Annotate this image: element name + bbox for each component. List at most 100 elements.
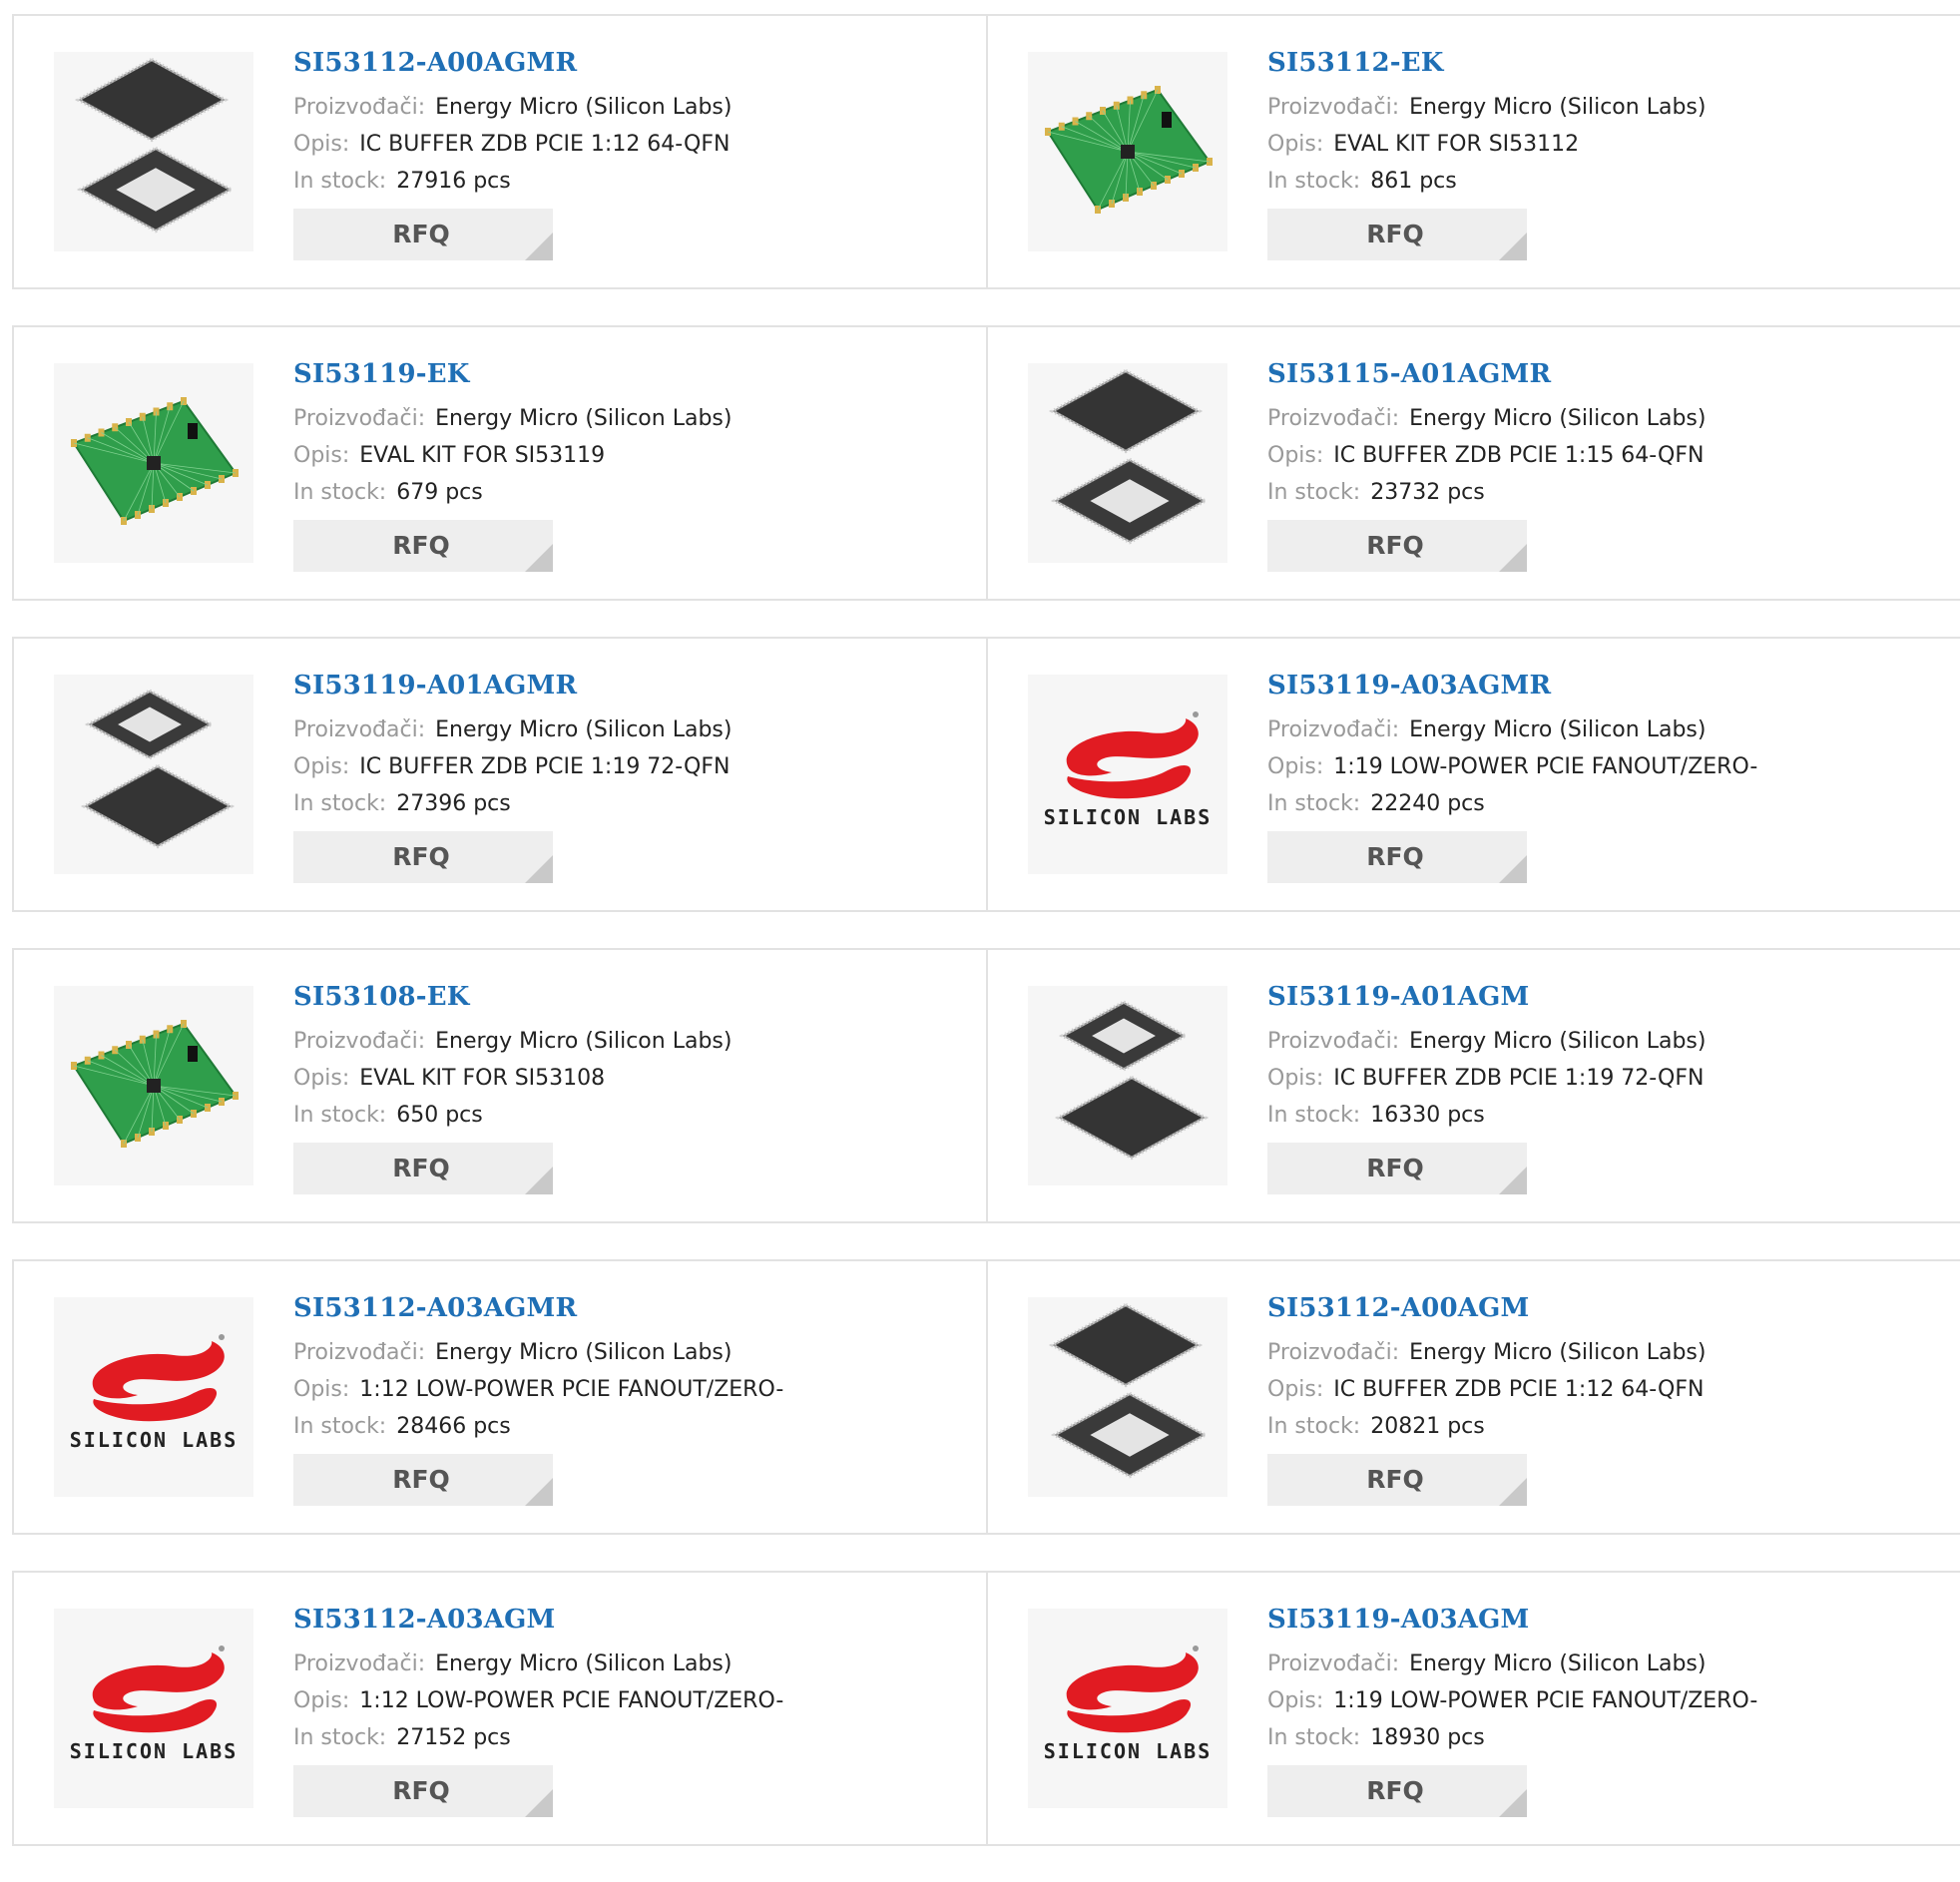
part-number-link[interactable]: SI53119-A03AGM bbox=[1267, 1603, 1757, 1637]
stock-value: 27916 pcs bbox=[396, 169, 511, 194]
description-label: Opis: bbox=[293, 132, 350, 157]
part-number-link[interactable]: SI53119-A01AGMR bbox=[293, 669, 732, 703]
part-number-link[interactable]: SI53112-A00AGM bbox=[1267, 1291, 1706, 1325]
description-line: Opis: IC BUFFER ZDB PCIE 1:12 64-QFN bbox=[1267, 1371, 1706, 1408]
product-card: SI53112-A00AGMR Proizvođači: Energy Micro… bbox=[12, 14, 988, 289]
description-value: IC BUFFER ZDB PCIE 1:12 64-QFN bbox=[359, 132, 731, 157]
part-number-link[interactable]: SI53119-A01AGM bbox=[1267, 980, 1706, 1014]
qfn-chip-flipped-icon[interactable] bbox=[54, 675, 253, 874]
rfq-label: RFQ bbox=[392, 531, 450, 560]
eval-board-icon[interactable] bbox=[54, 363, 253, 563]
product-info: SI53112-A03AGM Proizvođači: Energy Micro … bbox=[293, 1603, 783, 1817]
description-line: Opis: 1:12 LOW-POWER PCIE FANOUT/ZERO- bbox=[293, 1682, 783, 1719]
qfn-chip-icon[interactable] bbox=[54, 52, 253, 251]
rfq-label: RFQ bbox=[392, 220, 450, 248]
description-line: Opis: IC BUFFER ZDB PCIE 1:12 64-QFN bbox=[293, 126, 732, 163]
product-card: SI53119-A01AGM Proizvođači: Energy Micro … bbox=[986, 948, 1960, 1223]
rfq-label: RFQ bbox=[1366, 842, 1424, 871]
product-info: SI53112-A03AGMR Proizvođači: Energy Micro… bbox=[293, 1291, 783, 1506]
stock-line: In stock: 18930 pcs bbox=[1267, 1719, 1757, 1756]
rfq-label: RFQ bbox=[1366, 1776, 1424, 1805]
silicon-labs-logo[interactable]: SILICON LABS bbox=[1028, 675, 1227, 874]
part-number-link[interactable]: SI53112-A03AGMR bbox=[293, 1291, 783, 1325]
rfq-button[interactable]: RFQ bbox=[1267, 1143, 1527, 1194]
stock-label: In stock: bbox=[1267, 169, 1361, 194]
description-line: Opis: IC BUFFER ZDB PCIE 1:15 64-QFN bbox=[1267, 437, 1706, 474]
stock-value: 650 pcs bbox=[396, 1103, 483, 1128]
part-number-link[interactable]: SI53115-A01AGMR bbox=[1267, 357, 1706, 391]
manufacturer-label: Proizvođači: bbox=[1267, 1029, 1400, 1054]
description-value: 1:19 LOW-POWER PCIE FANOUT/ZERO- bbox=[1333, 754, 1758, 779]
stock-line: In stock: 27916 pcs bbox=[293, 163, 732, 200]
eval-board-icon[interactable] bbox=[54, 986, 253, 1185]
rfq-button[interactable]: RFQ bbox=[1267, 1454, 1527, 1506]
stock-value: 861 pcs bbox=[1370, 169, 1457, 194]
manufacturer-line: Proizvođači: Energy Micro (Silicon Labs) bbox=[1267, 711, 1757, 748]
description-line: Opis: IC BUFFER ZDB PCIE 1:19 72-QFN bbox=[293, 748, 732, 785]
silicon-labs-logo[interactable]: SILICON LABS bbox=[54, 1297, 253, 1497]
qfn-chip-icon[interactable] bbox=[1028, 363, 1227, 563]
manufacturer-label: Proizvođači: bbox=[1267, 406, 1400, 431]
rfq-label: RFQ bbox=[392, 842, 450, 871]
manufacturer-value: Energy Micro (Silicon Labs) bbox=[435, 717, 733, 742]
eval-board-icon[interactable] bbox=[1028, 52, 1227, 251]
rfq-button[interactable]: RFQ bbox=[293, 520, 553, 572]
stock-line: In stock: 22240 pcs bbox=[1267, 785, 1757, 822]
description-value: 1:12 LOW-POWER PCIE FANOUT/ZERO- bbox=[359, 1377, 784, 1402]
description-label: Opis: bbox=[293, 1066, 350, 1091]
svg-text:SILICON LABS: SILICON LABS bbox=[1044, 805, 1213, 829]
part-number-link[interactable]: SI53119-EK bbox=[293, 357, 732, 391]
manufacturer-label: Proizvođači: bbox=[293, 1340, 426, 1365]
part-number-link[interactable]: SI53112-EK bbox=[1267, 46, 1706, 80]
rfq-button[interactable]: RFQ bbox=[293, 1454, 553, 1506]
stock-line: In stock: 650 pcs bbox=[293, 1097, 732, 1134]
manufacturer-line: Proizvođači: Energy Micro (Silicon Labs) bbox=[293, 1023, 732, 1060]
qfn-chip-flipped-icon[interactable] bbox=[1028, 986, 1227, 1185]
part-number-link[interactable]: SI53108-EK bbox=[293, 980, 732, 1014]
manufacturer-label: Proizvođači: bbox=[1267, 1651, 1400, 1676]
rfq-button[interactable]: RFQ bbox=[293, 831, 553, 883]
product-card: SI53119-EK Proizvođači: Energy Micro (Sil… bbox=[12, 325, 988, 601]
description-label: Opis: bbox=[1267, 132, 1324, 157]
rfq-button[interactable]: RFQ bbox=[1267, 1765, 1527, 1817]
stock-label: In stock: bbox=[293, 1103, 387, 1128]
manufacturer-value: Energy Micro (Silicon Labs) bbox=[435, 1651, 733, 1676]
rfq-button[interactable]: RFQ bbox=[1267, 831, 1527, 883]
product-info: SI53119-EK Proizvođači: Energy Micro (Sil… bbox=[293, 357, 732, 572]
stock-label: In stock: bbox=[293, 480, 387, 505]
product-card: SI53112-EK Proizvođači: Energy Micro (Sil… bbox=[986, 14, 1960, 289]
silicon-labs-logo[interactable]: SILICON LABS bbox=[1028, 1609, 1227, 1808]
rfq-button[interactable]: RFQ bbox=[293, 209, 553, 260]
description-label: Opis: bbox=[293, 1688, 350, 1713]
product-info: SI53119-A01AGMR Proizvođači: Energy Micro… bbox=[293, 669, 732, 883]
stock-value: 679 pcs bbox=[396, 480, 483, 505]
manufacturer-value: Energy Micro (Silicon Labs) bbox=[435, 1029, 733, 1054]
product-card: SI53115-A01AGMR Proizvođači: Energy Micro… bbox=[986, 325, 1960, 601]
rfq-button[interactable]: RFQ bbox=[1267, 520, 1527, 572]
part-number-link[interactable]: SI53112-A03AGM bbox=[293, 1603, 783, 1637]
rfq-button[interactable]: RFQ bbox=[1267, 209, 1527, 260]
stock-label: In stock: bbox=[1267, 480, 1361, 505]
stock-value: 18930 pcs bbox=[1370, 1725, 1485, 1750]
stock-label: In stock: bbox=[1267, 1103, 1361, 1128]
rfq-label: RFQ bbox=[1366, 531, 1424, 560]
manufacturer-value: Energy Micro (Silicon Labs) bbox=[435, 95, 733, 120]
description-label: Opis: bbox=[1267, 754, 1324, 779]
rfq-button[interactable]: RFQ bbox=[293, 1765, 553, 1817]
manufacturer-value: Energy Micro (Silicon Labs) bbox=[1409, 717, 1707, 742]
product-row: SI53119-A01AGMR Proizvođači: Energy Micro… bbox=[12, 637, 1960, 912]
rfq-label: RFQ bbox=[392, 1465, 450, 1494]
part-number-link[interactable]: SI53112-A00AGMR bbox=[293, 46, 732, 80]
description-line: Opis: 1:19 LOW-POWER PCIE FANOUT/ZERO- bbox=[1267, 748, 1757, 785]
product-info: SI53119-A03AGM Proizvođači: Energy Micro … bbox=[1267, 1603, 1757, 1817]
description-label: Opis: bbox=[1267, 1688, 1324, 1713]
manufacturer-label: Proizvođači: bbox=[293, 406, 426, 431]
stock-line: In stock: 27152 pcs bbox=[293, 1719, 783, 1756]
rfq-label: RFQ bbox=[392, 1154, 450, 1182]
silicon-labs-logo[interactable]: SILICON LABS bbox=[54, 1609, 253, 1808]
part-number-link[interactable]: SI53119-A03AGMR bbox=[1267, 669, 1757, 703]
product-info: SI53108-EK Proizvođači: Energy Micro (Sil… bbox=[293, 980, 732, 1194]
qfn-chip-icon[interactable] bbox=[1028, 1297, 1227, 1497]
stock-label: In stock: bbox=[1267, 1414, 1361, 1439]
rfq-button[interactable]: RFQ bbox=[293, 1143, 553, 1194]
